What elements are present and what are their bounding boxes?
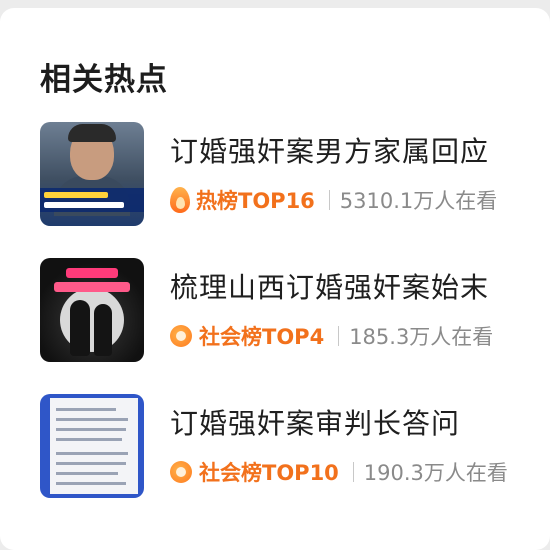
view-count: 190.3万人在看 xyxy=(363,461,508,485)
view-count: 185.3万人在看 xyxy=(349,325,494,349)
hot-topic-item[interactable]: 订婚强奸案审判长答问 社会榜TOP10 190.3万人在看 xyxy=(40,394,540,504)
divider xyxy=(328,190,330,210)
hot-topic-item[interactable]: 梳理山西订婚强奸案始末 社会榜TOP4 185.3万人在看 xyxy=(40,258,540,368)
rank-badge: 热榜TOP16 xyxy=(196,189,315,213)
topic-thumbnail xyxy=(40,258,144,362)
view-count: 5310.1万人在看 xyxy=(339,189,498,213)
topic-meta: 热榜TOP16 5310.1万人在看 xyxy=(170,184,497,216)
section-title: 相关热点 xyxy=(40,62,168,98)
topic-meta: 社会榜TOP4 185.3万人在看 xyxy=(170,320,493,352)
rank-badge: 社会榜TOP10 xyxy=(199,461,339,485)
rank-badge: 社会榜TOP4 xyxy=(199,325,325,349)
orange-circle-icon xyxy=(170,461,192,483)
divider xyxy=(352,462,354,482)
topic-title: 订婚强奸案男方家属回应 xyxy=(170,135,490,168)
divider xyxy=(338,326,340,346)
topic-thumbnail xyxy=(40,394,144,498)
topic-title: 梳理山西订婚强奸案始末 xyxy=(170,271,490,304)
topic-meta: 社会榜TOP10 190.3万人在看 xyxy=(170,456,508,488)
fire-icon xyxy=(170,187,190,213)
related-hot-topics-card: 相关热点 订婚强奸案男方家属回应 热榜TOP16 5310.1万人在看 梳理山西… xyxy=(0,8,550,550)
topic-thumbnail xyxy=(40,122,144,226)
hot-topic-item[interactable]: 订婚强奸案男方家属回应 热榜TOP16 5310.1万人在看 xyxy=(40,122,540,232)
orange-circle-icon xyxy=(170,325,192,347)
topic-title: 订婚强奸案审判长答问 xyxy=(170,407,461,440)
